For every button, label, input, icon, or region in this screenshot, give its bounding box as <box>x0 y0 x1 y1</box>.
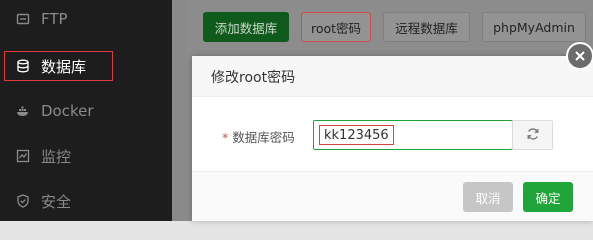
password-input[interactable]: kk123456 <box>313 120 513 150</box>
remote-database-button[interactable]: 远程数据库 <box>383 12 470 42</box>
docker-icon <box>16 104 30 118</box>
confirm-button[interactable]: 确定 <box>523 182 573 212</box>
sidebar-item-docker[interactable]: Docker <box>0 96 172 126</box>
password-label-text: 数据库密码 <box>232 130 295 145</box>
root-password-button[interactable]: root密码 <box>301 12 371 42</box>
ftp-icon <box>16 12 30 26</box>
required-mark: * <box>222 130 229 145</box>
cancel-button[interactable]: 取消 <box>463 182 513 212</box>
sidebar-item-label: Docker <box>41 102 94 120</box>
shield-icon <box>16 194 30 208</box>
change-root-password-dialog: 修改root密码 * 数据库密码 kk123456 取消 确定 <box>192 56 593 221</box>
password-value: kk123456 <box>319 125 394 145</box>
dialog-header: 修改root密码 <box>192 56 593 97</box>
monitor-icon <box>16 149 30 163</box>
sidebar: FTP 数据库 Docker 监控 安全 <box>0 0 172 221</box>
close-dialog-button[interactable] <box>566 42 593 70</box>
phpmyadmin-button[interactable]: phpMyAdmin <box>482 12 586 42</box>
active-item-highlight <box>4 51 113 81</box>
regenerate-password-button[interactable] <box>512 120 553 150</box>
sidebar-item-label: 监控 <box>41 147 72 166</box>
sidebar-item-label: FTP <box>41 10 68 28</box>
add-database-button[interactable]: 添加数据库 <box>203 12 289 42</box>
sidebar-item-label: 安全 <box>41 192 72 211</box>
close-icon <box>574 47 586 66</box>
refresh-icon <box>526 126 540 145</box>
sidebar-item-monitor[interactable]: 监控 <box>0 141 172 171</box>
sidebar-item-ftp[interactable]: FTP <box>0 4 172 34</box>
dialog-title: 修改root密码 <box>211 70 296 86</box>
sidebar-item-security[interactable]: 安全 <box>0 186 172 216</box>
password-field-label: * 数据库密码 <box>222 127 295 146</box>
